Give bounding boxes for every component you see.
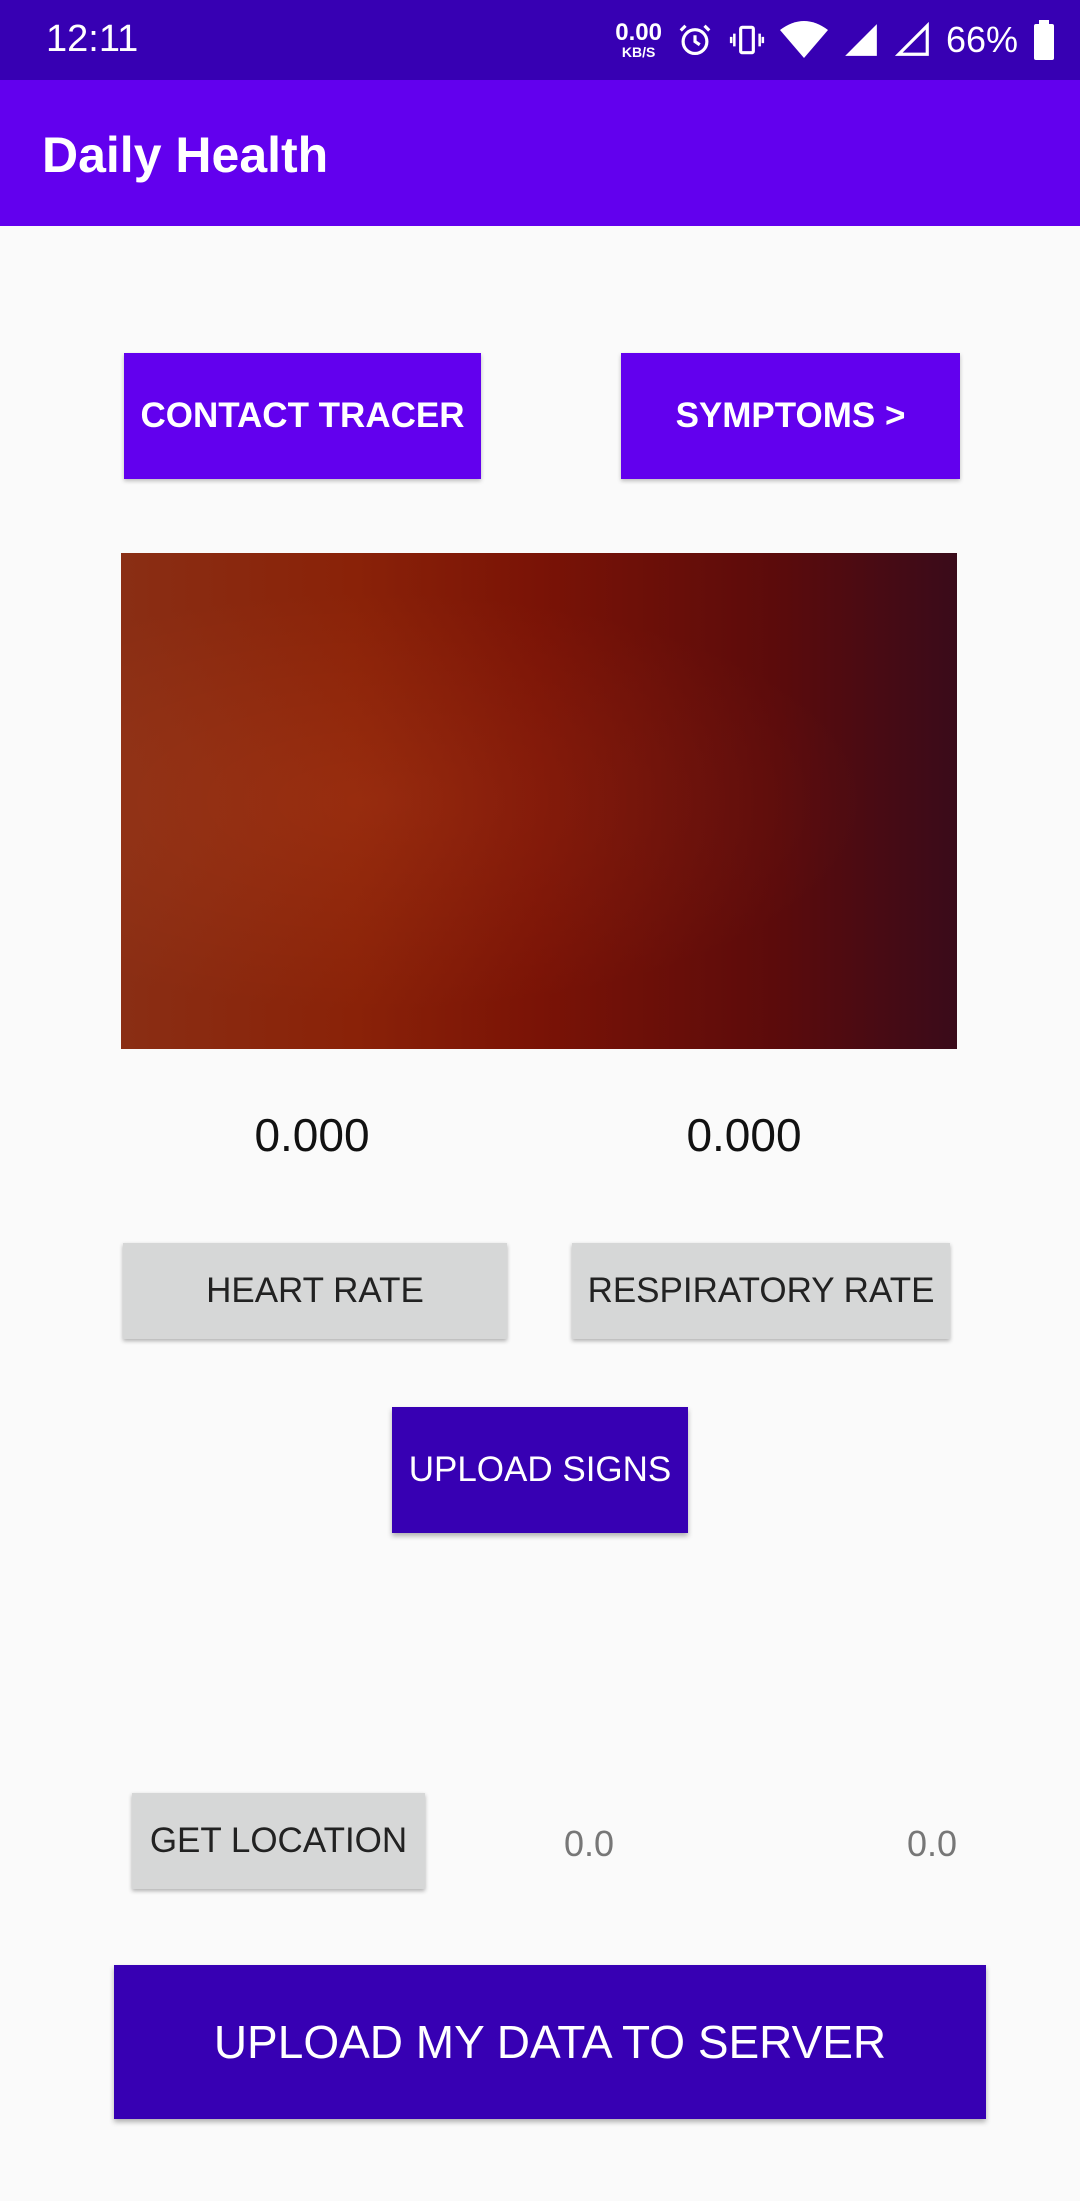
respiratory-rate-value: 0.000 [686, 1109, 802, 1161]
get-location-label: GET LOCATION [149, 1821, 408, 1860]
upload-data-to-server-label: UPLOAD MY DATA TO SERVER [213, 2016, 887, 2068]
status-bar: 12:11 0.00 KB/S 66% [0, 0, 1080, 80]
alarm-icon [679, 24, 711, 56]
get-location-button[interactable]: GET LOCATION [132, 1793, 425, 1889]
battery-icon [1034, 20, 1054, 60]
respiratory-rate-button[interactable]: RESPIRATORY RATE [572, 1243, 950, 1339]
upload-signs-label: UPLOAD SIGNS [408, 1450, 672, 1489]
status-time: 12:11 [46, 18, 139, 60]
camera-preview [121, 553, 957, 1049]
contact-tracer-button[interactable]: CONTACT TRACER [124, 353, 481, 479]
wifi-icon [779, 21, 828, 58]
cell-signal-icon [845, 24, 877, 56]
symptoms-button[interactable]: SYMPTOMS > [621, 353, 960, 479]
respiratory-rate-label: RESPIRATORY RATE [587, 1271, 935, 1310]
upload-signs-button[interactable]: UPLOAD SIGNS [392, 1407, 688, 1533]
network-speed: 0.00 KB/S [615, 19, 662, 60]
battery-percent: 66% [945, 19, 1018, 60]
upload-data-to-server-button[interactable]: UPLOAD MY DATA TO SERVER [114, 1965, 986, 2119]
contact-tracer-label: CONTACT TRACER [140, 396, 465, 435]
network-speed-unit: KB/S [621, 44, 656, 60]
cell-signal-empty-icon [894, 21, 929, 56]
network-speed-value: 0.00 [615, 19, 662, 46]
app-bar: Daily Health [0, 80, 1080, 226]
longitude-value: 0.0 [907, 1823, 958, 1864]
app-title: Daily Health [42, 127, 329, 183]
status-icons: 0.00 KB/S 66% [615, 14, 1056, 66]
vibrate-icon [729, 25, 765, 55]
heart-rate-label: HEART RATE [206, 1271, 424, 1310]
symptoms-label: SYMPTOMS > [675, 396, 906, 435]
latitude-value: 0.0 [564, 1823, 615, 1864]
heart-rate-button[interactable]: HEART RATE [123, 1243, 507, 1339]
heart-rate-value: 0.000 [254, 1109, 370, 1161]
